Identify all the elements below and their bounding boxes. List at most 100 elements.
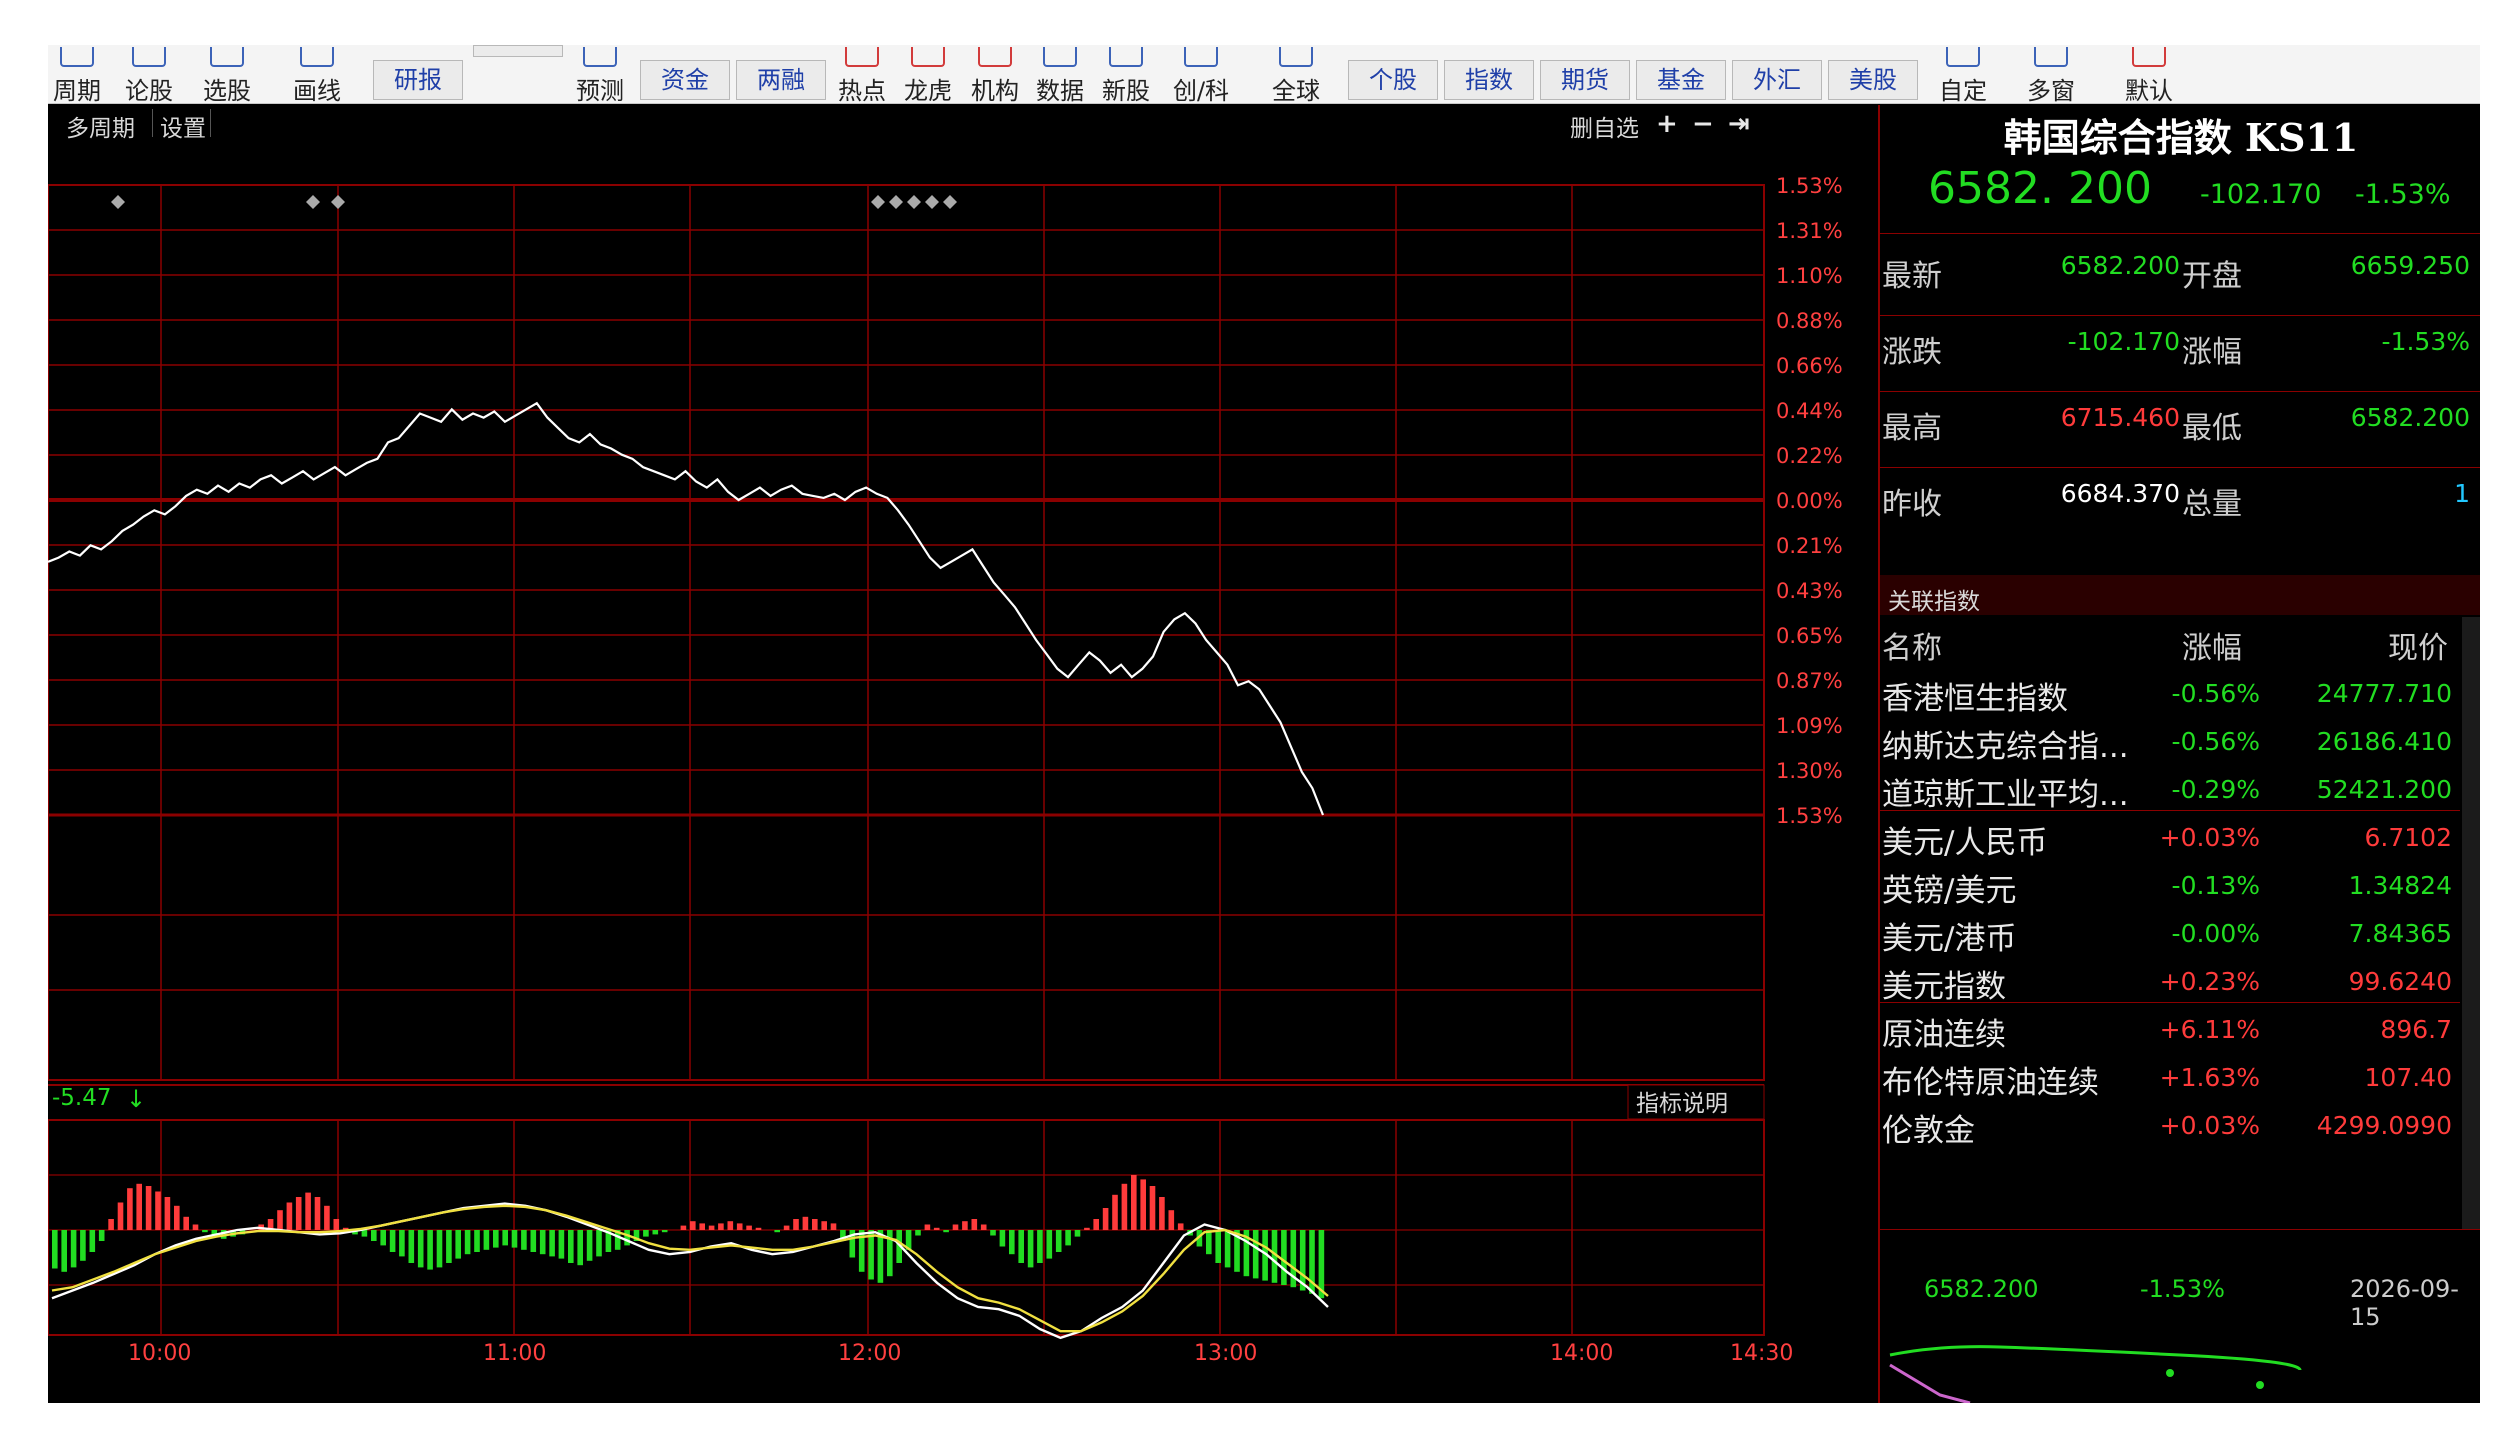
indicator-bar — [933, 1227, 940, 1230]
related-index-name: 美元/人民币 — [1882, 825, 2048, 861]
indicator-bar — [736, 1223, 743, 1230]
indicator-info-button[interactable]: 指标说明 — [1636, 1091, 1728, 1117]
indicator-bar — [155, 1191, 161, 1230]
multi-window-icon — [2034, 47, 2068, 67]
indicator-bar — [952, 1224, 959, 1230]
divider — [1880, 1229, 2480, 1230]
indicator-bar — [1159, 1197, 1165, 1230]
related-index-row[interactable]: 纳斯达克综合指... -0.56% 26186.410 — [1880, 715, 2460, 765]
mini-chart-line-2 — [1889, 1363, 1971, 1403]
indicator-bar — [493, 1230, 499, 1248]
indicator-bar — [990, 1230, 996, 1236]
event-marker[interactable] — [111, 195, 125, 209]
indicator-bar — [333, 1219, 340, 1230]
related-index-row[interactable]: 伦敦金 +0.03% 4299.0990 — [1880, 1099, 2460, 1149]
event-marker[interactable] — [907, 195, 921, 209]
quote-value: 6582.200 — [2350, 403, 2470, 432]
indicator-value: -5.47 — [52, 1085, 112, 1111]
indicator-bar — [52, 1230, 58, 1269]
related-index-price: 4299.0990 — [2316, 1111, 2452, 1140]
indicator-bar — [436, 1230, 443, 1268]
event-marker[interactable] — [925, 195, 939, 209]
quote-panel: 韩国综合指数 KS11 6582. 200 -102.170 -1.53% 最新… — [1878, 105, 2480, 1403]
indicator-bar — [474, 1230, 480, 1252]
indicator-bar — [502, 1230, 508, 1246]
indicator-bar — [80, 1230, 86, 1261]
y-tick-label: 0.43% — [1776, 579, 1843, 603]
indicator-bar — [1168, 1210, 1175, 1230]
quote-label: 涨幅 — [2182, 335, 2242, 370]
related-index-name: 美元指数 — [1882, 969, 2006, 1005]
quote-value: -1.53% — [2381, 327, 2470, 356]
intraday-chart[interactable]: 1.53% 1.31% 1.10% 0.88% 0.66% 0.44% 0.22% 0.00%… — [48, 45, 1878, 1403]
event-marker[interactable] — [871, 195, 885, 209]
toolbar-default-button[interactable]: 默认 — [2114, 45, 2184, 105]
toolbar-custom-button[interactable]: 自定 — [1928, 45, 1998, 105]
related-index-row[interactable]: 道琼斯工业平均... -0.29% 52421.200 — [1880, 763, 2460, 813]
related-index-price: 107.40 — [2364, 1063, 2452, 1092]
indicator-bar — [1018, 1230, 1024, 1263]
event-marker[interactable] — [889, 195, 903, 209]
indicator-bar — [295, 1197, 302, 1230]
related-index-row[interactable]: 美元/港币 -0.00% 7.84365 — [1880, 907, 2460, 957]
divider — [1880, 467, 2480, 468]
indicator-bar — [1055, 1230, 1062, 1252]
x-tick-label: 14:00 — [1550, 1341, 1613, 1366]
related-scrollbar[interactable] — [2462, 617, 2480, 1229]
indicator-bar — [690, 1221, 696, 1230]
quote-label: 总量 — [2182, 487, 2242, 522]
indicator-bar — [1102, 1208, 1109, 1230]
related-index-pct: -0.29% — [2171, 775, 2260, 804]
event-marker[interactable] — [943, 195, 957, 209]
indicator-bar — [868, 1230, 874, 1280]
y-tick-label: 1.53% — [1776, 174, 1843, 198]
event-marker[interactable] — [331, 195, 345, 209]
x-tick-label: 10:00 — [128, 1341, 191, 1366]
quote-label: 最高 — [1882, 411, 1942, 446]
indicator-bar — [821, 1221, 827, 1230]
x-tick-label: 14:30 — [1730, 1341, 1793, 1366]
indicator-bar — [643, 1230, 649, 1237]
related-index-pct: +1.63% — [2159, 1063, 2260, 1092]
quote-value: 1 — [2454, 479, 2470, 508]
event-marker[interactable] — [306, 195, 320, 209]
indicator-bar — [89, 1230, 96, 1252]
indicator-bar — [596, 1230, 602, 1257]
quote-value: 6582.200 — [2060, 251, 2180, 280]
toolbar-multi-window-button[interactable]: 多窗 — [2016, 45, 2086, 105]
indicator-bar — [943, 1230, 949, 1233]
related-index-row[interactable]: 英镑/美元 -0.13% 1.34824 — [1880, 859, 2460, 909]
indicator-bar — [70, 1230, 77, 1268]
indicator-bar — [980, 1224, 987, 1230]
indicator-bar — [183, 1216, 189, 1230]
indicator-bar — [1131, 1175, 1137, 1230]
related-index-row[interactable]: 原油连续 +6.11% 896.7 — [1880, 1003, 2460, 1053]
related-index-row[interactable]: 美元/人民币 +0.03% 6.7102 — [1880, 811, 2460, 861]
indicator-bar — [399, 1230, 405, 1257]
mini-chart-dot — [2256, 1381, 2264, 1389]
related-index-pct: +6.11% — [2159, 1015, 2260, 1044]
y-tick-label: 0.65% — [1776, 624, 1843, 648]
related-index-name: 英镑/美元 — [1882, 873, 2017, 909]
mini-chart-line — [1889, 1345, 2302, 1371]
related-index-row[interactable]: 美元指数 +0.23% 99.6240 — [1880, 955, 2460, 1005]
related-index-row[interactable]: 香港恒生指数 -0.56% 24777.710 — [1880, 667, 2460, 717]
related-index-row[interactable]: 布伦特原油连续 +1.63% 107.40 — [1880, 1051, 2460, 1101]
indicator-bar — [1206, 1230, 1212, 1255]
indicator-bar — [277, 1210, 283, 1230]
indicator-bar — [708, 1225, 715, 1230]
indicator-bar — [483, 1230, 490, 1250]
indicator-bar — [1009, 1230, 1015, 1255]
chart-marks — [48, 195, 1329, 1340]
indicator-bar — [117, 1202, 124, 1230]
indicator-bar — [127, 1188, 133, 1230]
divider — [1880, 315, 2480, 316]
related-index-name: 原油连续 — [1882, 1017, 2006, 1053]
custom-icon — [1946, 47, 1980, 67]
indicator-bar — [774, 1230, 780, 1233]
indicator-bar — [380, 1230, 386, 1246]
y-tick-label: 1.30% — [1776, 759, 1843, 783]
related-index-price: 1.34824 — [2348, 871, 2452, 900]
indicator-bar — [1074, 1230, 1081, 1237]
quote-value: 6684.370 — [2060, 479, 2180, 508]
